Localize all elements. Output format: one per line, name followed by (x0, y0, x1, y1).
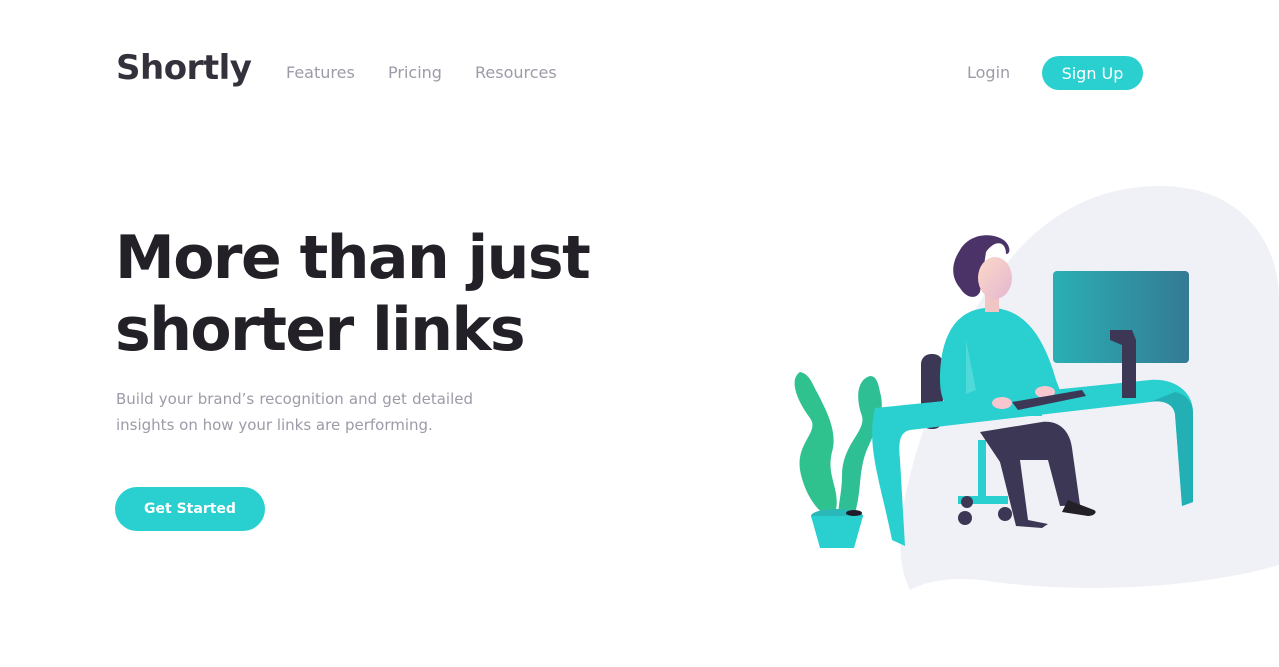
hero-title: More than just shorter links (115, 223, 591, 365)
nav-link-resources[interactable]: Resources (475, 63, 557, 82)
signup-button[interactable]: Sign Up (1042, 56, 1143, 90)
get-started-button[interactable]: Get Started (115, 487, 265, 531)
landing-page: Shortly Features Pricing Resources Login… (0, 0, 1279, 667)
site-header: Shortly Features Pricing Resources Login… (0, 0, 1279, 130)
plant-pot (811, 516, 863, 548)
nav-link-pricing[interactable]: Pricing (388, 63, 442, 82)
illustration-svg (794, 186, 1279, 590)
person-working-illustration (780, 180, 1279, 600)
hero-subtitle: Build your brand’s recognition and get d… (116, 390, 473, 434)
plant-leaf-left (794, 372, 837, 515)
nav-link-features[interactable]: Features (286, 63, 355, 82)
logo[interactable]: Shortly (116, 48, 252, 88)
person-face (978, 257, 1012, 299)
login-link[interactable]: Login (967, 63, 1010, 82)
monitor-screen (1053, 271, 1189, 363)
